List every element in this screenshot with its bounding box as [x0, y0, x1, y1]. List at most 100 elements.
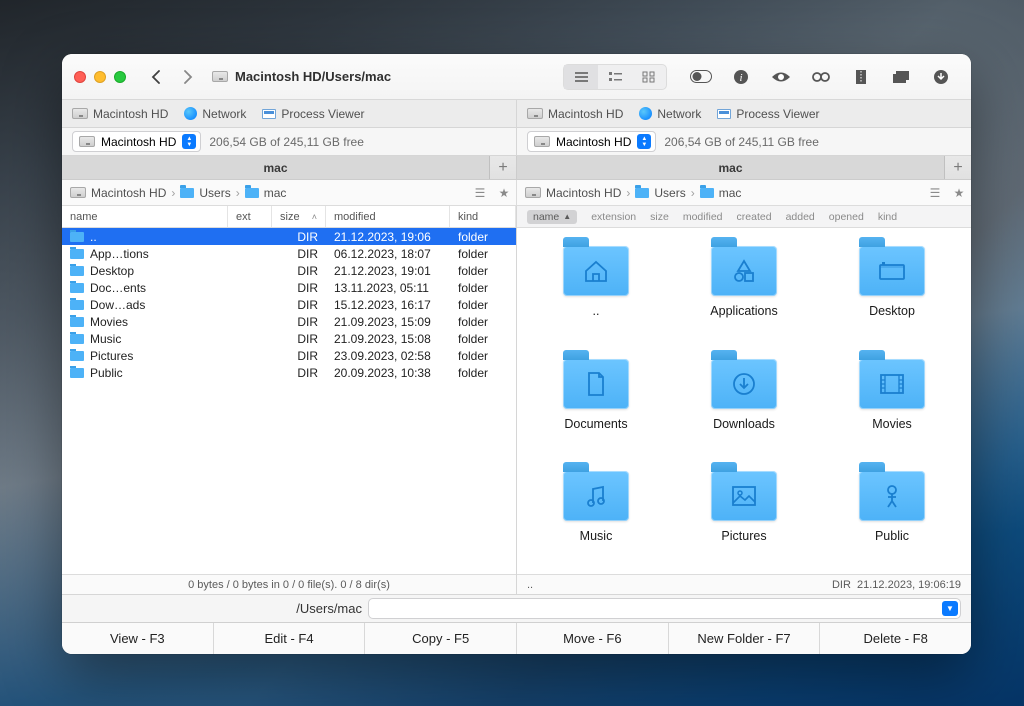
favorite-star-icon[interactable]: ★	[947, 180, 971, 206]
quicklook-button[interactable]	[766, 64, 796, 90]
process-viewer-icon	[717, 109, 731, 119]
icon-grid[interactable]: ..Applications Desktop Documents Downloads M…	[517, 228, 971, 574]
col-modified[interactable]: modified	[683, 211, 723, 223]
col-created[interactable]: created	[737, 211, 772, 223]
col-kind[interactable]: kind	[878, 211, 897, 223]
fav-network[interactable]: Network	[184, 107, 246, 121]
folder-icon	[711, 471, 777, 521]
disk-icon	[525, 187, 541, 198]
folder-label: Desktop	[869, 304, 915, 318]
crumb-mac[interactable]: mac	[264, 186, 287, 200]
list-row[interactable]: Dow…adsDIR15.12.2023, 16:17folder	[62, 296, 516, 313]
disk-icon	[79, 136, 95, 147]
folder-item[interactable]: Pictures	[675, 471, 813, 556]
new-tab-button[interactable]: +	[490, 156, 516, 179]
tab-mac[interactable]: mac	[517, 156, 945, 179]
col-modified[interactable]: modified	[326, 206, 450, 227]
chevron-right-icon: ›	[171, 186, 175, 200]
search-button[interactable]	[806, 64, 836, 90]
free-space-text: 206,54 GB of 245,11 GB free	[664, 135, 819, 149]
list-row[interactable]: ..DIR21.12.2023, 19:06folder	[62, 228, 516, 245]
view-grid-button[interactable]	[632, 65, 666, 89]
col-ext[interactable]: ext	[228, 206, 272, 227]
copy-button[interactable]: Copy - F5	[365, 623, 517, 654]
folder-icon	[70, 368, 84, 378]
folder-icon	[70, 351, 84, 361]
tab-row: mac + mac +	[62, 156, 971, 180]
drive-select[interactable]: Macintosh HD	[527, 131, 656, 152]
col-added[interactable]: added	[786, 211, 815, 223]
list-row[interactable]: PublicDIR20.09.2023, 10:38folder	[62, 364, 516, 381]
folder-item[interactable]: Downloads	[675, 359, 813, 444]
crumb-root[interactable]: Macintosh HD	[546, 186, 621, 200]
dropdown-icon[interactable]	[942, 601, 958, 616]
eject-button[interactable]	[926, 64, 956, 90]
list-body[interactable]: ..DIR21.12.2023, 19:06folderApp…tionsDIR…	[62, 228, 516, 574]
free-space-text: 206,54 GB of 245,11 GB free	[209, 135, 364, 149]
drive-select[interactable]: Macintosh HD	[72, 131, 201, 152]
list-row[interactable]: App…tionsDIR06.12.2023, 18:07folder	[62, 245, 516, 262]
fav-process-viewer[interactable]: Process Viewer	[717, 107, 819, 121]
new-folder-button[interactable]: New Folder - F7	[669, 623, 821, 654]
folder-icon	[563, 359, 629, 409]
move-button[interactable]: Move - F6	[517, 623, 669, 654]
sort-pill[interactable]: name▲	[527, 210, 577, 224]
path-input[interactable]	[368, 598, 961, 619]
col-opened[interactable]: opened	[829, 211, 864, 223]
drive-left: Macintosh HD 206,54 GB of 245,11 GB free	[62, 128, 517, 155]
folder-label: Pictures	[721, 529, 766, 543]
nav-forward-button[interactable]	[176, 64, 200, 90]
folder-item[interactable]: Public	[823, 471, 961, 556]
view-columns-button[interactable]	[598, 65, 632, 89]
folder-item[interactable]: Documents	[527, 359, 665, 444]
fav-macintosh-hd[interactable]: Macintosh HD	[72, 107, 168, 121]
folder-item[interactable]: Movies	[823, 359, 961, 444]
list-row[interactable]: Doc…entsDIR13.11.2023, 05:11folder	[62, 279, 516, 296]
new-tab-button[interactable]: +	[945, 156, 971, 179]
view-button[interactable]: View - F3	[62, 623, 214, 654]
col-kind[interactable]: kind	[450, 206, 516, 227]
favorite-star-icon[interactable]: ★	[492, 180, 516, 206]
compress-button[interactable]	[846, 64, 876, 90]
list-row[interactable]: DesktopDIR21.12.2023, 19:01folder	[62, 262, 516, 279]
list-toggle-icon[interactable]: ☰	[923, 180, 947, 206]
close-window-button[interactable]	[74, 71, 86, 83]
share-button[interactable]	[886, 64, 916, 90]
toggle-hidden-button[interactable]	[686, 64, 716, 90]
folder-icon	[70, 317, 84, 327]
info-button[interactable]: i	[726, 64, 756, 90]
view-list-button[interactable]	[564, 65, 598, 89]
folder-item[interactable]: Applications	[675, 246, 813, 331]
list-row[interactable]: PicturesDIR23.09.2023, 02:58folder	[62, 347, 516, 364]
col-extension[interactable]: extension	[591, 211, 636, 223]
edit-button[interactable]: Edit - F4	[214, 623, 366, 654]
file-manager-window: Macintosh HD/Users/mac i Macintosh HD Ne…	[62, 54, 971, 654]
folder-label: Music	[580, 529, 613, 543]
col-size[interactable]: size˄	[272, 206, 326, 227]
minimize-window-button[interactable]	[94, 71, 106, 83]
list-toggle-icon[interactable]: ☰	[468, 180, 492, 206]
list-row[interactable]: MusicDIR21.09.2023, 15:08folder	[62, 330, 516, 347]
folder-item[interactable]: ..	[527, 246, 665, 331]
tab-mac[interactable]: mac	[62, 156, 490, 179]
folder-item[interactable]: Music	[527, 471, 665, 556]
breadcrumbs-right: Macintosh HD › Users › mac ☰ ★	[517, 180, 971, 205]
crumb-root[interactable]: Macintosh HD	[91, 186, 166, 200]
col-size[interactable]: size	[650, 211, 669, 223]
fav-process-viewer[interactable]: Process Viewer	[262, 107, 364, 121]
col-name[interactable]: name	[62, 206, 228, 227]
folder-item[interactable]: Desktop	[823, 246, 961, 331]
crumb-mac[interactable]: mac	[719, 186, 742, 200]
crumb-users[interactable]: Users	[654, 186, 685, 200]
window-controls	[74, 71, 126, 83]
fav-macintosh-hd[interactable]: Macintosh HD	[527, 107, 623, 121]
list-header: name ext size˄ modified kind	[62, 206, 516, 228]
zoom-window-button[interactable]	[114, 71, 126, 83]
crumb-users[interactable]: Users	[199, 186, 230, 200]
folder-label: Downloads	[713, 417, 775, 431]
fav-network[interactable]: Network	[639, 107, 701, 121]
disk-icon	[70, 187, 86, 198]
list-row[interactable]: MoviesDIR21.09.2023, 15:09folder	[62, 313, 516, 330]
nav-back-button[interactable]	[144, 64, 168, 90]
delete-button[interactable]: Delete - F8	[820, 623, 971, 654]
